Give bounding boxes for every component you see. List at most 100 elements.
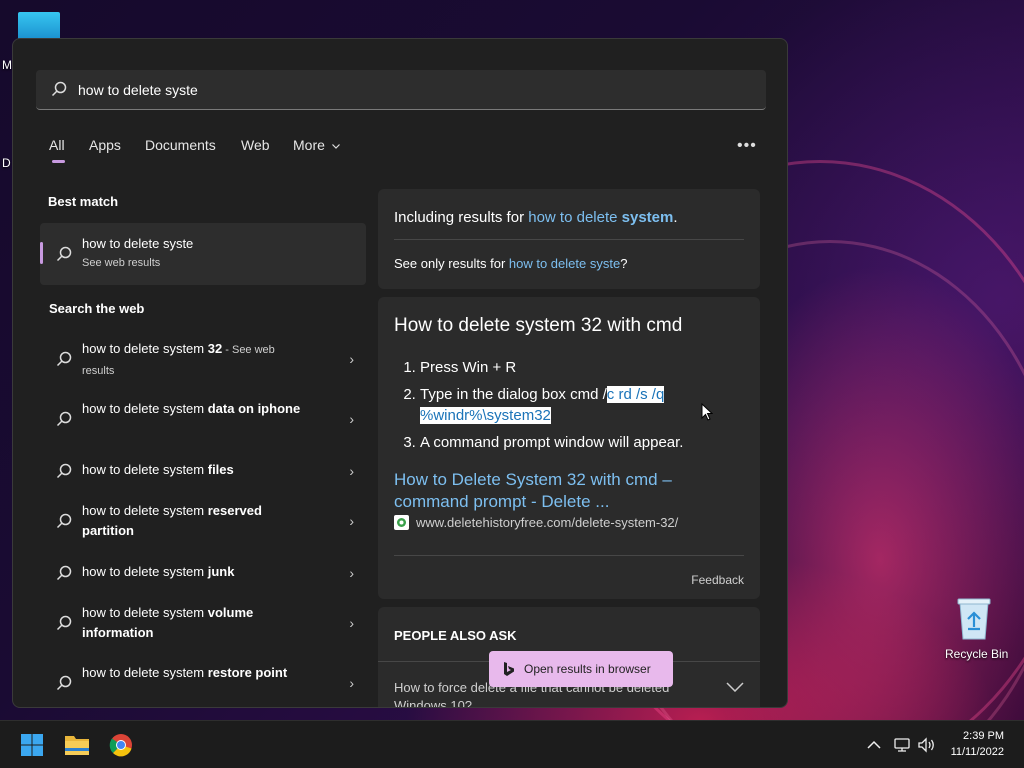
web-result-row[interactable]: how to delete system restore point ›	[40, 655, 366, 707]
result-bold: junk	[204, 564, 235, 579]
bing-icon	[504, 662, 514, 676]
chevron-right-icon: ›	[349, 675, 354, 691]
search-icon	[56, 246, 72, 267]
recycle-bin-icon[interactable]	[954, 597, 994, 641]
folder-icon	[65, 736, 89, 755]
web-result-text: how to delete system data on iphone	[82, 399, 307, 419]
search-icon	[56, 513, 72, 534]
see-only-prefix: See only results for	[394, 256, 509, 271]
web-result-text: how to delete system 32 - See web result…	[82, 339, 307, 381]
search-icon	[56, 411, 72, 432]
taskbar: 2:39 PM 11/11/2022	[0, 720, 1024, 768]
see-only-suffix: ?	[620, 256, 628, 271]
chevron-up-icon[interactable]	[867, 740, 881, 750]
best-match-heading: Best match	[48, 194, 119, 209]
source-title-link[interactable]: How to Delete System 32 with cmd – comma…	[394, 469, 714, 513]
tab-apps[interactable]: Apps	[89, 137, 121, 153]
result-prefix: how to delete system	[82, 401, 205, 416]
open-in-browser-label: Open results in browser	[524, 662, 651, 676]
web-result-text: how to delete system volume information	[82, 603, 307, 643]
tab-all[interactable]: All	[49, 137, 65, 153]
including-suffix: .	[673, 209, 678, 226]
tab-more-label: More	[293, 137, 325, 153]
web-result-text: how to delete system files	[82, 460, 307, 480]
web-result-row[interactable]: how to delete system reserved partition …	[40, 493, 366, 549]
result-prefix: how to delete system	[82, 341, 205, 356]
see-only-text: See only results for how to delete syste…	[394, 256, 627, 271]
tab-more[interactable]: More	[293, 137, 341, 153]
including-link-bold: system	[621, 209, 674, 226]
search-icon	[56, 463, 72, 484]
file-explorer-button[interactable]	[57, 729, 97, 761]
result-bold: 32	[204, 341, 223, 356]
desktop-label: M	[2, 58, 12, 72]
more-options-icon[interactable]: •••	[737, 137, 757, 155]
search-input[interactable]	[78, 80, 738, 100]
chevron-right-icon: ›	[349, 565, 354, 581]
desktop-icon[interactable]	[18, 12, 60, 40]
best-match-subtitle: See web results	[82, 257, 161, 269]
best-match-title: how to delete syste	[82, 236, 194, 251]
step-text: Press Win + R	[420, 359, 517, 376]
step-text: Type in the dialog box cmd /	[420, 386, 607, 403]
web-result-row[interactable]: how to delete system volume information …	[40, 595, 366, 651]
spelling-card: Including results for how to delete syst…	[378, 189, 760, 289]
web-result-text: how to delete system restore point	[82, 663, 307, 683]
result-bold: data on iphone	[204, 401, 301, 416]
search-the-web-heading: Search the web	[49, 301, 145, 316]
web-result-text: how to delete system reserved partition	[82, 501, 307, 541]
search-icon	[56, 565, 72, 586]
answer-title: How to delete system 32 with cmd	[394, 315, 683, 336]
search-icon	[51, 81, 67, 102]
web-result-row[interactable]: how to delete system files ›	[40, 451, 366, 491]
chrome-button[interactable]	[101, 729, 141, 761]
start-button[interactable]	[12, 729, 52, 761]
selection-indicator	[40, 242, 43, 264]
search-bar[interactable]	[36, 70, 766, 110]
best-match-item[interactable]: how to delete syste See web results	[40, 223, 366, 285]
chevron-right-icon: ›	[349, 463, 354, 479]
open-in-browser-button[interactable]: Open results in browser	[489, 651, 673, 687]
result-prefix: how to delete system	[82, 503, 205, 518]
including-results-text: Including results for how to delete syst…	[394, 209, 678, 226]
web-result-text: how to delete system junk	[82, 562, 307, 582]
search-panel: All Apps Documents Web More ••• Best mat…	[12, 38, 788, 708]
search-icon	[56, 351, 72, 372]
tab-documents[interactable]: Documents	[145, 137, 216, 153]
tab-web[interactable]: Web	[241, 137, 270, 153]
source-url[interactable]: www.deletehistoryfree.com/delete-system-…	[416, 515, 678, 530]
desktop-label: D	[2, 156, 11, 170]
chevron-right-icon: ›	[349, 615, 354, 631]
search-icon	[56, 675, 72, 696]
steps-list: Press Win + R Type in the dialog box cmd…	[420, 357, 740, 459]
web-result-row[interactable]: how to delete system data on iphone ›	[40, 391, 366, 447]
chevron-down-icon[interactable]	[726, 682, 744, 692]
result-prefix: how to delete system	[82, 462, 205, 477]
source-favicon	[394, 515, 409, 530]
including-link[interactable]: how to delete system	[528, 209, 673, 226]
result-prefix: how to delete system	[82, 605, 205, 620]
result-prefix: how to delete system	[82, 564, 205, 579]
feedback-link[interactable]: Feedback	[691, 573, 744, 587]
see-only-link[interactable]: how to delete syste	[509, 256, 620, 271]
including-link-normal: how to delete	[528, 209, 622, 226]
chrome-icon	[109, 734, 132, 757]
clock-time[interactable]: 2:39 PM	[934, 730, 1004, 742]
chevron-right-icon: ›	[349, 513, 354, 529]
step-text: A command prompt window will appear.	[420, 434, 684, 451]
chevron-right-icon: ›	[349, 411, 354, 427]
web-result-row[interactable]: how to delete system junk ›	[40, 553, 366, 593]
clock-date[interactable]: 11/11/2022	[934, 746, 1004, 758]
recycle-bin-label: Recycle Bin	[945, 647, 1009, 661]
web-result-row[interactable]: how to delete system 32 - See web result…	[40, 331, 366, 387]
network-icon[interactable]	[893, 737, 911, 753]
step-item: A command prompt window will appear.	[420, 432, 740, 453]
people-also-ask-heading: PEOPLE ALSO ASK	[394, 628, 517, 643]
including-prefix: Including results for	[394, 209, 529, 226]
active-tab-indicator	[52, 160, 65, 163]
search-icon	[56, 615, 72, 636]
chevron-down-icon	[331, 144, 340, 150]
result-prefix: how to delete system	[82, 665, 205, 680]
result-bold: files	[204, 462, 234, 477]
step-item: Type in the dialog box cmd /c rd /s /q %…	[420, 384, 740, 426]
